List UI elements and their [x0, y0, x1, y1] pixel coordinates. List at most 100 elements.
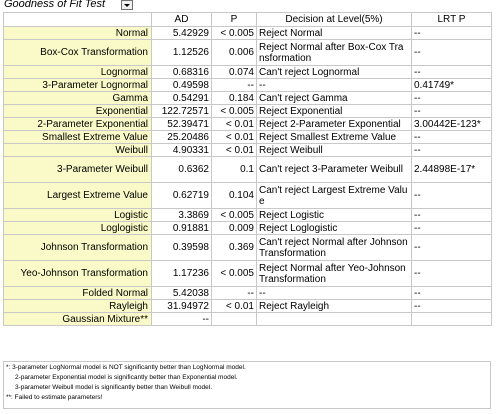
ad-value[interactable]: 0.68316 — [151, 65, 212, 79]
decision-value[interactable]: Can't reject Gamma — [256, 91, 412, 105]
row-label[interactable]: Logistic — [3, 208, 152, 222]
p-value[interactable]: < 0.005 — [211, 208, 257, 222]
row-label[interactable]: Smallest Extreme Value — [3, 130, 152, 144]
p-value[interactable]: < 0.01 — [211, 117, 257, 131]
row-label[interactable]: Rayleigh — [3, 299, 152, 313]
p-value[interactable]: 0.006 — [211, 39, 257, 66]
decision-value[interactable]: Can't reject Normal after Johnson Transf… — [256, 234, 412, 261]
table-row: Smallest Extreme Value 25.20486 < 0.01 Reje… — [3, 130, 492, 144]
p-value[interactable]: < 0.01 — [211, 130, 257, 144]
p-value[interactable]: < 0.01 — [211, 143, 257, 157]
lrt-p-value[interactable] — [411, 312, 492, 326]
decision-value[interactable]: Reject Logistic — [256, 208, 412, 222]
table-header-row: AD P Decision at Level(5%) LRT P — [3, 12, 492, 27]
p-value[interactable]: < 0.005 — [211, 260, 257, 287]
lrt-p-value[interactable]: -- — [411, 65, 492, 79]
decision-value[interactable] — [256, 312, 412, 326]
row-label[interactable]: Normal — [3, 26, 152, 40]
ad-value[interactable]: 3.3869 — [151, 208, 212, 222]
ad-value[interactable]: 122.72571 — [151, 104, 212, 118]
lrt-p-value[interactable]: -- — [411, 299, 492, 313]
p-value[interactable]: < 0.01 — [211, 299, 257, 313]
row-label[interactable]: Johnson Transformation — [3, 234, 152, 261]
table-row: Johnson Transformation 0.39598 0.369 Can't … — [3, 234, 492, 261]
row-label[interactable]: Box-Cox Transformation — [3, 39, 152, 66]
lrt-p-value[interactable]: -- — [411, 26, 492, 40]
decision-value[interactable]: Reject Loglogistic — [256, 221, 412, 235]
lrt-p-value[interactable]: -- — [411, 143, 492, 157]
decision-value[interactable]: Reject Weibull — [256, 143, 412, 157]
ad-value[interactable]: 5.42929 — [151, 26, 212, 40]
row-label[interactable]: Folded Normal — [3, 286, 152, 300]
row-label[interactable]: Gamma — [3, 91, 152, 105]
ad-value[interactable]: 25.20486 — [151, 130, 212, 144]
lrt-p-value[interactable]: -- — [411, 221, 492, 235]
p-value[interactable]: < 0.005 — [211, 26, 257, 40]
goodness-of-fit-table: AD P Decision at Level(5%) LRT P Normal 5… — [3, 12, 492, 326]
row-label[interactable]: 3-Parameter Weibull — [3, 156, 152, 183]
p-value[interactable]: 0.074 — [211, 65, 257, 79]
header-decision[interactable]: Decision at Level(5%) — [256, 12, 412, 27]
ad-value[interactable]: 52.39471 — [151, 117, 212, 131]
lrt-p-value[interactable]: -- — [411, 286, 492, 300]
decision-value[interactable]: -- — [256, 78, 412, 92]
decision-value[interactable]: Reject Smallest Extreme Value — [256, 130, 412, 144]
ad-value[interactable]: 0.54291 — [151, 91, 212, 105]
p-value[interactable]: 0.009 — [211, 221, 257, 235]
row-label[interactable]: Loglogistic — [3, 221, 152, 235]
lrt-p-value[interactable]: -- — [411, 234, 492, 261]
decision-value[interactable]: Reject Rayleigh — [256, 299, 412, 313]
row-label[interactable]: Largest Extreme Value — [3, 182, 152, 209]
p-value[interactable]: 0.104 — [211, 182, 257, 209]
row-label[interactable]: Gaussian Mixture** — [3, 312, 152, 326]
lrt-p-value[interactable]: -- — [411, 91, 492, 105]
row-label[interactable]: 3-Parameter Lognormal — [3, 78, 152, 92]
row-label[interactable]: Lognormal — [3, 65, 152, 79]
p-value[interactable]: -- — [211, 286, 257, 300]
header-p[interactable]: P — [211, 12, 257, 27]
dropdown-arrow-icon[interactable] — [121, 0, 133, 10]
lrt-p-value[interactable]: -- — [411, 182, 492, 209]
lrt-p-value[interactable]: 2.44898E-17* — [411, 156, 492, 183]
decision-value[interactable]: Reject Exponential — [256, 104, 412, 118]
header-ad[interactable]: AD — [151, 12, 212, 27]
ad-value[interactable]: 0.49598 — [151, 78, 212, 92]
lrt-p-value[interactable]: 3.00442E-123* — [411, 117, 492, 131]
ad-value[interactable]: 0.6362 — [151, 156, 212, 183]
header-lrt-p[interactable]: LRT P — [411, 12, 492, 27]
decision-value[interactable]: Reject Normal — [256, 26, 412, 40]
decision-value[interactable]: Can't reject 3-Parameter Weibull — [256, 156, 412, 183]
lrt-p-value[interactable]: -- — [411, 104, 492, 118]
p-value[interactable]: 0.184 — [211, 91, 257, 105]
decision-value[interactable]: Can't reject Largest Extreme Value — [256, 182, 412, 209]
ad-value[interactable]: 0.39598 — [151, 234, 212, 261]
decision-value[interactable]: Reject Normal after Box-Cox Transformati… — [256, 39, 412, 66]
ad-value[interactable]: 1.12526 — [151, 39, 212, 66]
lrt-p-value[interactable]: -- — [411, 130, 492, 144]
ad-value[interactable]: 1.17236 — [151, 260, 212, 287]
decision-value[interactable]: Can't reject Lognormal — [256, 65, 412, 79]
footnote-lognormal: *: 3-parameter LogNormal model is NOT si… — [6, 364, 246, 371]
p-value[interactable]: 0.369 — [211, 234, 257, 261]
row-label[interactable]: Exponential — [3, 104, 152, 118]
lrt-p-value[interactable]: -- — [411, 260, 492, 287]
row-label[interactable]: Weibull — [3, 143, 152, 157]
ad-value[interactable]: 0.62719 — [151, 182, 212, 209]
decision-value[interactable]: Reject Normal after Yeo-Johnson Transfor… — [256, 260, 412, 287]
ad-value[interactable]: 31.94972 — [151, 299, 212, 313]
p-value[interactable]: -- — [211, 78, 257, 92]
row-label[interactable]: 2-Parameter Exponential — [3, 117, 152, 131]
ad-value[interactable]: 4.90331 — [151, 143, 212, 157]
row-label[interactable]: Yeo-Johnson Transformation — [3, 260, 152, 287]
p-value[interactable]: 0.1 — [211, 156, 257, 183]
p-value[interactable] — [211, 312, 257, 326]
p-value[interactable]: < 0.005 — [211, 104, 257, 118]
lrt-p-value[interactable]: -- — [411, 208, 492, 222]
ad-value[interactable]: -- — [151, 312, 212, 326]
ad-value[interactable]: 5.42038 — [151, 286, 212, 300]
decision-value[interactable]: Reject 2-Parameter Exponential — [256, 117, 412, 131]
decision-value[interactable]: -- — [256, 286, 412, 300]
lrt-p-value[interactable]: 0.41749* — [411, 78, 492, 92]
lrt-p-value[interactable]: -- — [411, 39, 492, 66]
ad-value[interactable]: 0.91881 — [151, 221, 212, 235]
